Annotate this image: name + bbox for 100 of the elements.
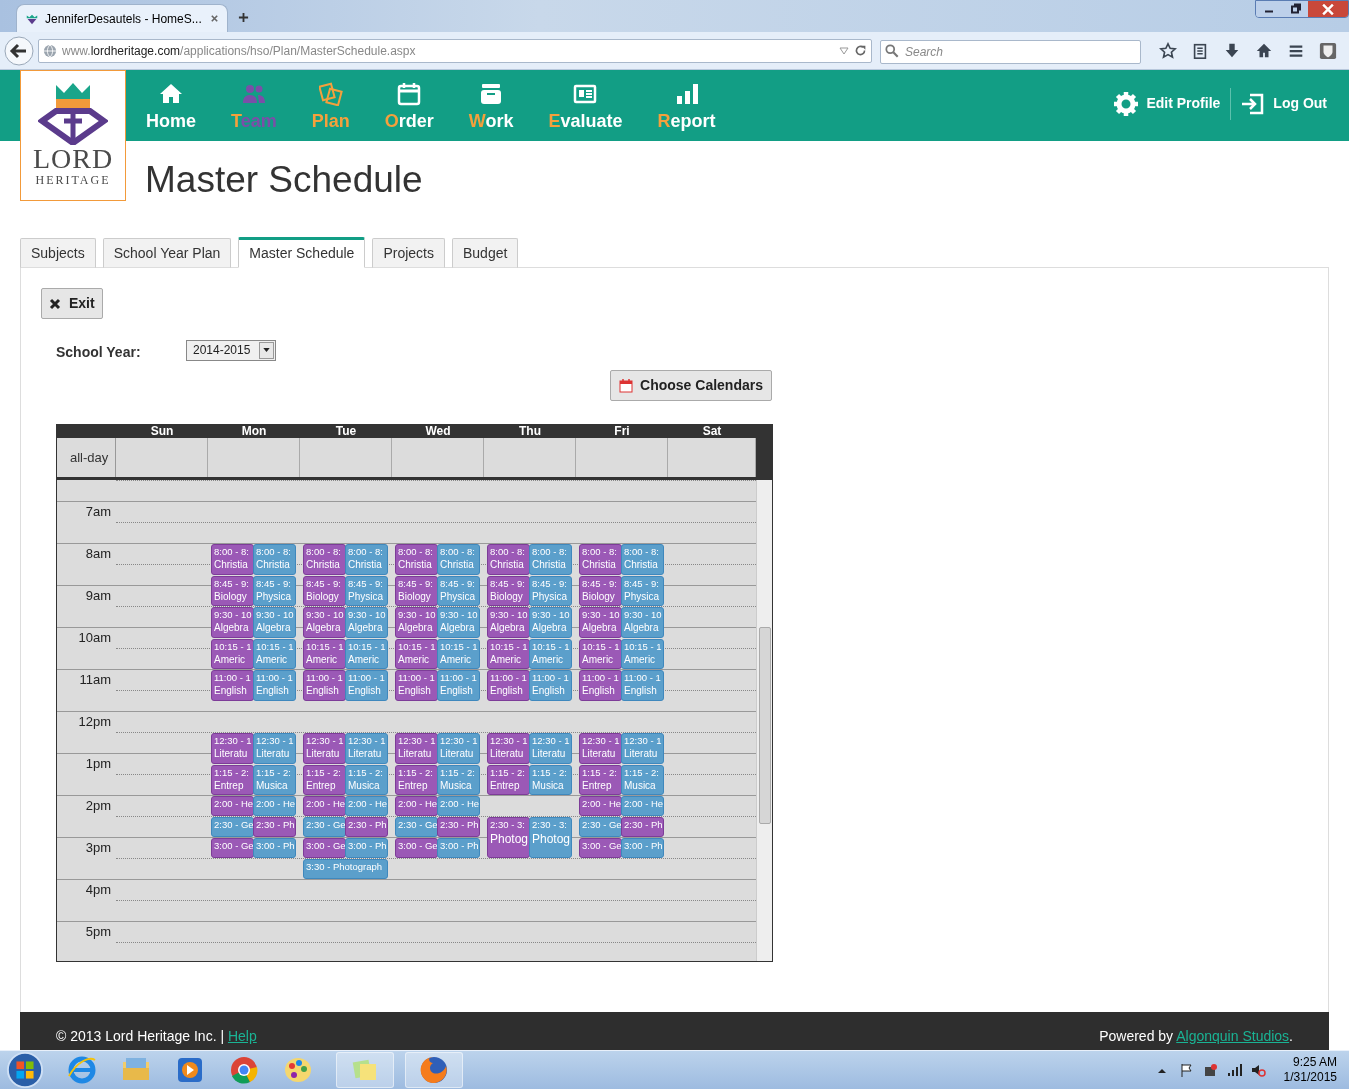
calendar-event[interactable]: 2:30 - Ph xyxy=(621,817,664,837)
calendar-event[interactable]: 9:30 - 10 Algebra xyxy=(253,607,296,638)
calendar-event[interactable]: 12:30 - 1 Literatu xyxy=(211,733,254,764)
calendar-event[interactable]: 3:00 - Ge xyxy=(395,838,438,858)
help-link[interactable]: Help xyxy=(227,1028,257,1044)
calendar-event[interactable]: 12:30 - 1 Literatu xyxy=(253,733,296,764)
close-tab-icon[interactable] xyxy=(210,14,219,23)
browser-tab[interactable]: JenniferDesautels - HomeS... xyxy=(16,4,228,32)
calendar-event[interactable]: 11:00 - 1 English xyxy=(345,670,388,701)
calendar-event[interactable]: 11:00 - 1 English xyxy=(529,670,572,701)
calendar-event[interactable]: 8:45 - 9: Physica xyxy=(437,575,480,606)
scrollbar-thumb[interactable] xyxy=(758,627,771,824)
calendar-event[interactable]: 3:00 - Ge xyxy=(579,838,622,858)
calendar-event[interactable]: 10:15 - 1 Americ xyxy=(303,638,346,669)
calendar-event[interactable]: 10:15 - 1 Americ xyxy=(579,638,622,669)
calendar-event[interactable]: 12:30 - 1 Literatu xyxy=(621,733,664,764)
calendar-event[interactable]: 3:00 - Ph xyxy=(437,838,480,858)
calendar-event[interactable]: 2:30 - 3: Photog xyxy=(487,817,530,858)
log-out-link[interactable]: Log Out xyxy=(1241,91,1327,116)
calendar-event[interactable]: 8:00 - 8: Christia xyxy=(529,544,572,575)
calendar-event[interactable]: 12:30 - 1 Literatu xyxy=(487,733,530,764)
tab[interactable]: Budget xyxy=(452,238,519,268)
calendar-event[interactable]: 10:15 - 1 Americ xyxy=(621,638,664,669)
calendar-event[interactable]: 9:30 - 10 Algebra xyxy=(579,607,622,638)
close-button[interactable] xyxy=(1308,1,1348,17)
calendar-event[interactable]: 9:30 - 10 Algebra xyxy=(211,607,254,638)
scrollbar[interactable] xyxy=(756,480,772,961)
calendar-event[interactable]: 2:00 - He xyxy=(253,796,296,816)
calendar-event[interactable]: 1:15 - 2: Musica xyxy=(345,764,388,795)
calendar-event[interactable]: 8:45 - 9: Biology xyxy=(579,575,622,606)
calendar-event[interactable]: 2:00 - He xyxy=(211,796,254,816)
calendar-event[interactable]: 2:00 - He xyxy=(303,796,346,816)
download-icon[interactable] xyxy=(1223,41,1241,60)
calendar-event[interactable]: 1:15 - 2: Entrep xyxy=(487,764,530,795)
calendar-event[interactable]: 9:30 - 10 Algebra xyxy=(303,607,346,638)
exit-button[interactable]: Exit xyxy=(41,288,103,319)
calendar-event[interactable]: 10:15 - 1 Americ xyxy=(211,638,254,669)
calendar-event[interactable]: 12:30 - 1 Literatu xyxy=(579,733,622,764)
calendar-event[interactable]: 2:00 - He xyxy=(437,796,480,816)
calendar-event[interactable]: 11:00 - 1 English xyxy=(487,670,530,701)
muted-speaker-icon[interactable] xyxy=(1249,1062,1266,1078)
calendar-event[interactable]: 10:15 - 1 Americ xyxy=(395,638,438,669)
calendar-event[interactable]: 8:45 - 9: Physica xyxy=(345,575,388,606)
calendar-event[interactable]: 8:45 - 9: Physica xyxy=(529,575,572,606)
calendar-event[interactable]: 11:00 - 1 English xyxy=(579,670,622,701)
calendar-event[interactable]: 8:45 - 9: Physica xyxy=(621,575,664,606)
calendar-event[interactable]: 2:00 - He xyxy=(579,796,622,816)
calendar-event[interactable]: 8:45 - 9: Physica xyxy=(253,575,296,606)
school-year-select[interactable]: 2014-2015 xyxy=(186,339,276,361)
tab[interactable]: Subjects xyxy=(20,238,96,268)
tab[interactable]: Master Schedule xyxy=(238,237,366,268)
calendar-event[interactable]: 1:15 - 2: Entrep xyxy=(579,764,622,795)
calendar-event[interactable]: 9:30 - 10 Algebra xyxy=(621,607,664,638)
calendar-event[interactable]: 11:00 - 1 English xyxy=(437,670,480,701)
edit-profile-link[interactable]: Edit Profile xyxy=(1114,91,1221,116)
calendar-event[interactable]: 2:00 - He xyxy=(395,796,438,816)
calendar-event[interactable]: 3:00 - Ph xyxy=(621,838,664,858)
tab[interactable]: School Year Plan xyxy=(102,238,232,268)
calendar-event[interactable]: 10:15 - 1 Americ xyxy=(529,638,572,669)
new-tab-icon[interactable] xyxy=(238,12,249,23)
calendar-event[interactable]: 8:45 - 9: Biology xyxy=(211,575,254,606)
calendar-event[interactable]: 2:00 - He xyxy=(345,796,388,816)
calendar-event[interactable]: 11:00 - 1 English xyxy=(211,670,254,701)
calendar-event[interactable]: 12:30 - 1 Literatu xyxy=(303,733,346,764)
nav-item[interactable]: Report xyxy=(657,82,716,141)
calendar-event[interactable]: 9:30 - 10 Algebra xyxy=(437,607,480,638)
calendar-event[interactable]: 12:30 - 1 Literatu xyxy=(529,733,572,764)
choose-calendars-button[interactable]: Choose Calendars xyxy=(610,370,772,401)
calendar-event[interactable]: 11:00 - 1 English xyxy=(253,670,296,701)
chrome-browser-icon[interactable] xyxy=(228,1054,260,1086)
calendar-event[interactable]: 11:00 - 1 English xyxy=(621,670,664,701)
calendar-event[interactable]: 1:15 - 2: Entrep xyxy=(303,764,346,795)
nav-item[interactable]: Work xyxy=(468,82,514,141)
calendar-event[interactable]: 9:30 - 10 Algebra xyxy=(345,607,388,638)
calendar-event[interactable]: 8:00 - 8: Christia xyxy=(253,544,296,575)
calendar-event[interactable]: 8:45 - 9: Biology xyxy=(395,575,438,606)
calendar-event[interactable]: 1:15 - 2: Musica xyxy=(253,764,296,795)
calendar-event[interactable]: 8:00 - 8: Christia xyxy=(437,544,480,575)
calendar-event[interactable]: 2:30 - Ph xyxy=(253,817,296,837)
calendar-event[interactable]: 12:30 - 1 Literatu xyxy=(345,733,388,764)
signal-bars-icon[interactable] xyxy=(1225,1062,1242,1078)
calendar-event[interactable]: 3:30 - Photograph xyxy=(303,859,388,879)
calendar-event[interactable]: 2:30 - 3: Photog xyxy=(529,817,572,858)
restore-button[interactable] xyxy=(1282,1,1308,17)
tab[interactable]: Projects xyxy=(372,238,445,268)
calendar-event[interactable]: 8:00 - 8: Christia xyxy=(303,544,346,575)
search-field[interactable]: Search xyxy=(880,39,1141,64)
calendar-event[interactable]: 2:00 - He xyxy=(621,796,664,816)
calendar-event[interactable]: 2:30 - Ph xyxy=(437,817,480,837)
calendar-event[interactable]: 2:30 - Ge xyxy=(395,817,438,837)
back-button[interactable] xyxy=(4,35,34,66)
calendar-event[interactable]: 8:45 - 9: Biology xyxy=(303,575,346,606)
calendar-event[interactable]: 1:15 - 2: Entrep xyxy=(395,764,438,795)
calendar-event[interactable]: 9:30 - 10 Algebra xyxy=(395,607,438,638)
calendar-event[interactable]: 2:30 - Ge xyxy=(579,817,622,837)
calendar-event[interactable]: 3:00 - Ge xyxy=(211,838,254,858)
nav-item[interactable]: Order xyxy=(384,82,434,141)
firefox-browser-icon[interactable] xyxy=(418,1054,450,1086)
calendar-event[interactable]: 3:00 - Ph xyxy=(253,838,296,858)
calendar-event[interactable]: 10:15 - 1 Americ xyxy=(487,638,530,669)
